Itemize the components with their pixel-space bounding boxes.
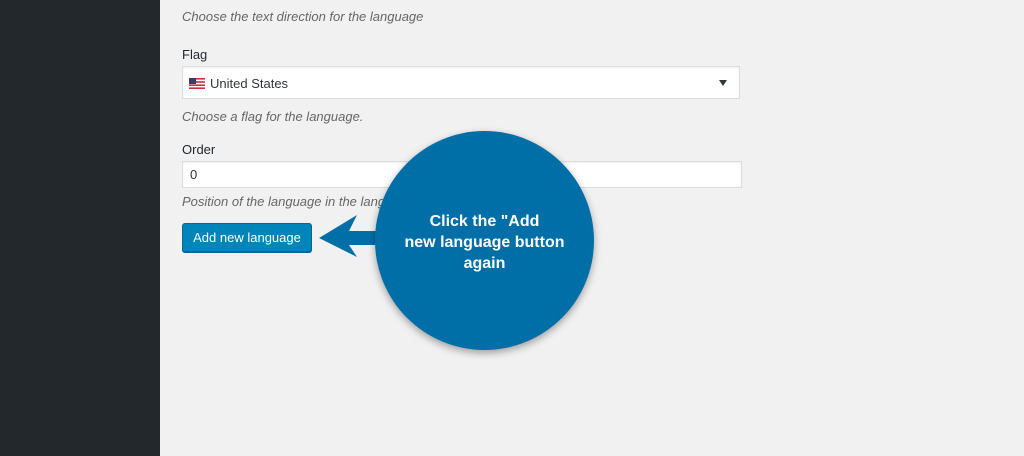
chevron-down-icon[interactable]: [719, 80, 727, 86]
text-direction-description: Choose the text direction for the langua…: [182, 9, 424, 24]
admin-sidebar: [0, 0, 160, 456]
flag-description: Choose a flag for the language.: [182, 109, 364, 124]
add-new-language-button[interactable]: Add new language: [182, 223, 312, 252]
callout-line-3: again: [463, 255, 506, 272]
callout-line-1: Click the "Add: [429, 213, 540, 230]
flag-label: Flag: [182, 47, 208, 62]
flag-select[interactable]: United States: [182, 66, 740, 99]
order-input-value: 0: [190, 167, 198, 182]
callout-line-2: new language button: [404, 234, 565, 251]
order-label: Order: [182, 142, 216, 157]
callout-text: Click the "Add new language button again: [375, 211, 594, 274]
us-flag-icon: [189, 78, 205, 89]
flag-select-value: United States: [210, 76, 289, 91]
order-description: Position of the language in the langu: [182, 194, 393, 209]
callout-circle: Click the "Add new language button again: [375, 131, 594, 350]
